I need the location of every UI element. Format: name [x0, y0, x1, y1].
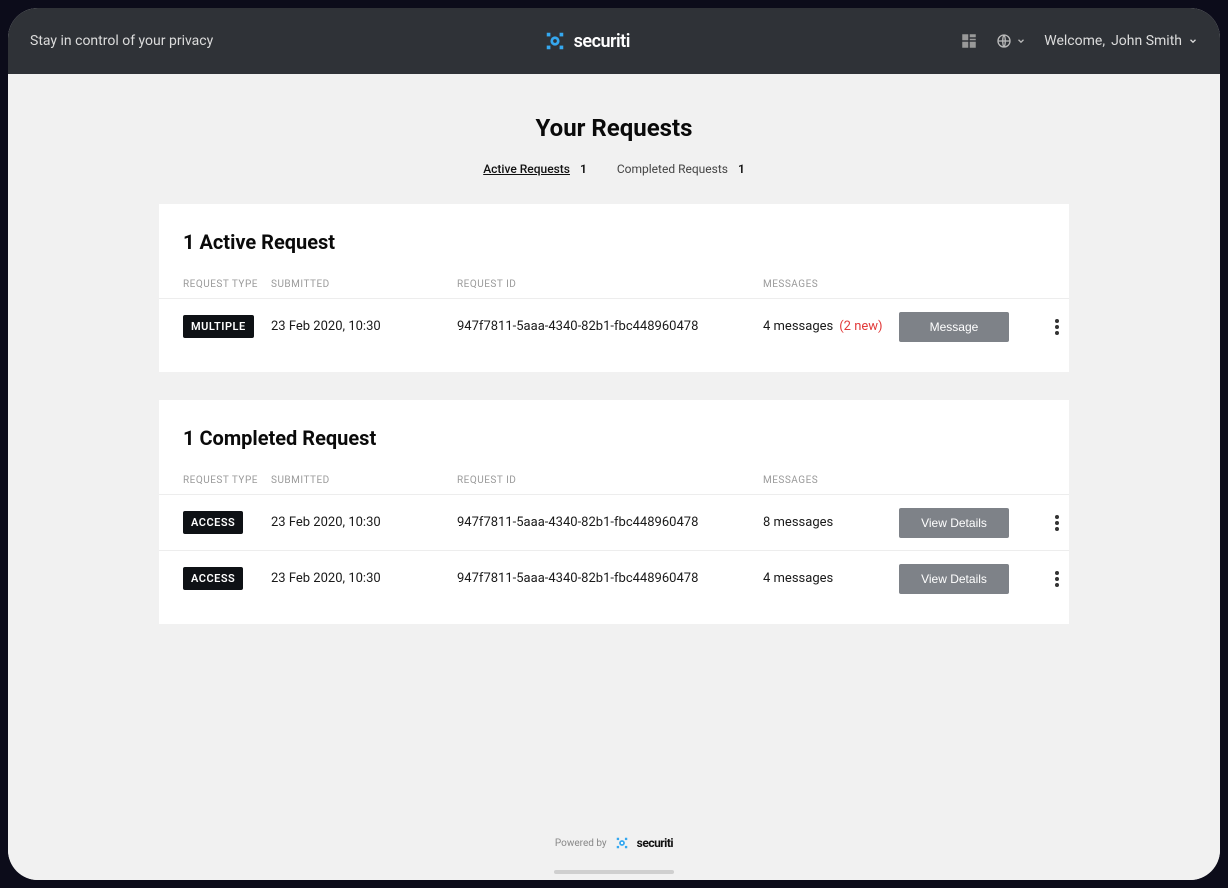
card-title: 1 Completed Request — [159, 400, 1069, 466]
row-menu-icon[interactable] — [1045, 511, 1069, 535]
col-id: REQUEST ID — [457, 475, 763, 486]
submitted-cell: 23 Feb 2020, 10:30 — [271, 515, 457, 530]
row-menu-icon[interactable] — [1045, 567, 1069, 591]
request-id-cell: 947f7811-5aaa-4340-82b1-fbc448960478 — [457, 571, 763, 586]
card-title: 1 Active Request — [159, 204, 1069, 270]
tagline: Stay in control of your privacy — [30, 33, 213, 49]
tab-count: 1 — [738, 162, 745, 176]
footer-brand: securiti — [637, 836, 673, 850]
table-header: REQUEST TYPE SUBMITTED REQUEST ID MESSAG… — [159, 466, 1069, 494]
dashboard-icon[interactable] — [960, 32, 978, 50]
powered-by: Powered by — [555, 838, 607, 849]
language-selector[interactable] — [996, 33, 1026, 49]
table-row: ACCESS 23 Feb 2020, 10:30 947f7811-5aaa-… — [159, 494, 1069, 550]
col-submitted: SUBMITTED — [271, 475, 457, 486]
welcome-prefix: Welcome, — [1044, 33, 1105, 49]
request-type-badge: ACCESS — [183, 511, 243, 534]
table-row: MULTIPLE 23 Feb 2020, 10:30 947f7811-5aa… — [159, 298, 1069, 354]
tab-completed-requests[interactable]: Completed Requests 1 — [617, 162, 745, 176]
col-submitted: SUBMITTED — [271, 279, 457, 290]
brand-icon — [544, 30, 566, 52]
col-messages: MESSAGES — [763, 475, 899, 486]
request-tabs: Active Requests 1 Completed Requests 1 — [483, 162, 745, 176]
page-title: Your Requests — [536, 114, 693, 142]
brand-icon — [615, 836, 629, 850]
submitted-cell: 23 Feb 2020, 10:30 — [271, 319, 457, 334]
request-id-cell: 947f7811-5aaa-4340-82b1-fbc448960478 — [457, 319, 763, 334]
col-id: REQUEST ID — [457, 279, 763, 290]
tab-count: 1 — [580, 162, 587, 176]
user-menu[interactable]: Welcome, John Smith — [1044, 33, 1198, 49]
col-type: REQUEST TYPE — [183, 475, 271, 486]
tab-label: Completed Requests — [617, 162, 728, 176]
view-details-button[interactable]: View Details — [899, 508, 1009, 538]
tab-active-requests[interactable]: Active Requests 1 — [483, 162, 587, 176]
col-type: REQUEST TYPE — [183, 279, 271, 290]
col-messages: MESSAGES — [763, 279, 899, 290]
message-button[interactable]: Message — [899, 312, 1009, 342]
row-menu-icon[interactable] — [1045, 315, 1069, 339]
view-details-button[interactable]: View Details — [899, 564, 1009, 594]
tab-label: Active Requests — [483, 162, 570, 176]
messages-count: 8 messages — [763, 515, 833, 530]
table-row: ACCESS 23 Feb 2020, 10:30 947f7811-5aaa-… — [159, 550, 1069, 606]
home-indicator — [554, 870, 674, 874]
request-type-badge: ACCESS — [183, 567, 243, 590]
completed-requests-card: 1 Completed Request REQUEST TYPE SUBMITT… — [159, 400, 1069, 624]
messages-count: 4 messages — [763, 571, 833, 586]
user-name: John Smith — [1111, 33, 1182, 49]
brand-name: securiti — [574, 31, 630, 52]
messages-count: 4 messages — [763, 319, 833, 334]
table-header: REQUEST TYPE SUBMITTED REQUEST ID MESSAG… — [159, 270, 1069, 298]
request-type-badge: MULTIPLE — [183, 315, 254, 338]
active-requests-card: 1 Active Request REQUEST TYPE SUBMITTED … — [159, 204, 1069, 372]
messages-new: (2 new) — [839, 319, 882, 334]
brand-logo[interactable]: securiti — [544, 30, 630, 52]
request-id-cell: 947f7811-5aaa-4340-82b1-fbc448960478 — [457, 515, 763, 530]
submitted-cell: 23 Feb 2020, 10:30 — [271, 571, 457, 586]
top-bar: Stay in control of your privacy securiti… — [8, 8, 1220, 74]
